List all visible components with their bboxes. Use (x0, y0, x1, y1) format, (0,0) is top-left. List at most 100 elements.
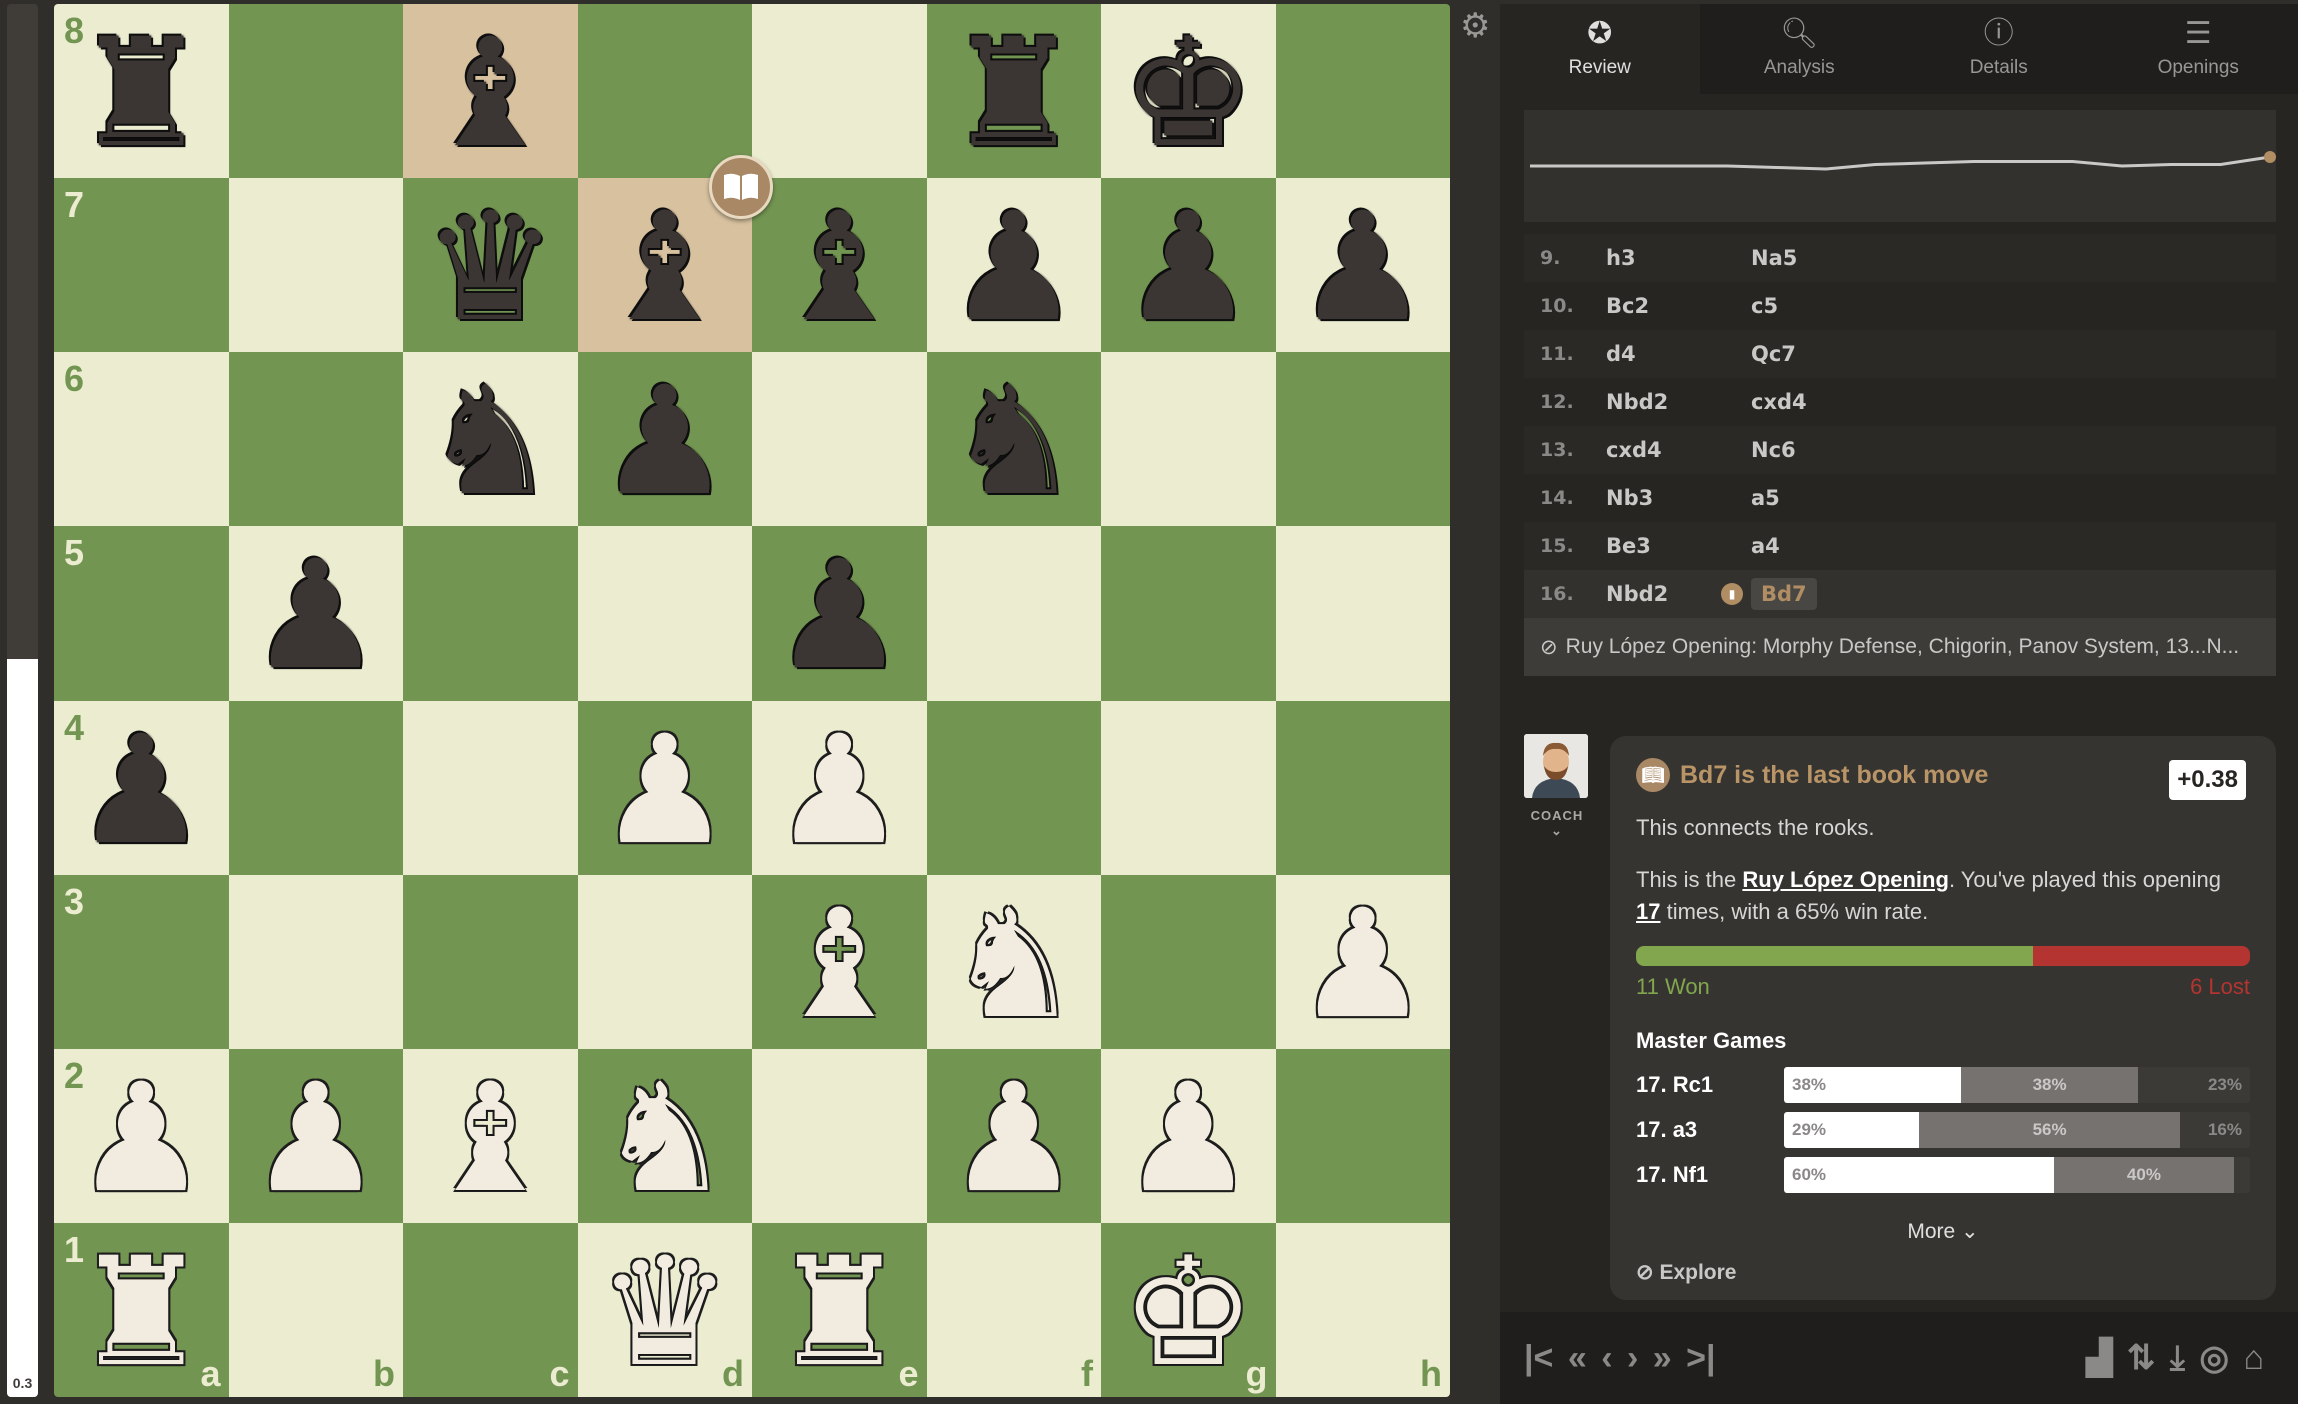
square-f4[interactable] (926, 700, 1101, 875)
current-position-marker[interactable] (2264, 151, 2276, 163)
black-knight[interactable]: ♞ (947, 367, 1081, 517)
white-move[interactable]: Nb3 (1606, 486, 1751, 510)
square-h3[interactable]: ♟ (1275, 874, 1450, 1049)
target-icon[interactable]: ◎ (2199, 1339, 2229, 1377)
opening-link[interactable]: Ruy López Opening (1742, 867, 1949, 892)
square-e4[interactable]: ♟ (752, 700, 927, 875)
white-pawn[interactable]: ♟ (249, 1064, 383, 1214)
square-b4[interactable] (228, 700, 403, 875)
black-move[interactable]: a4 (1751, 534, 1780, 558)
square-e3[interactable]: ♝ (752, 874, 927, 1049)
black-move[interactable]: Na5 (1751, 246, 1797, 270)
white-knight[interactable]: ♞ (598, 1064, 732, 1214)
square-d2[interactable]: ♞ (577, 1048, 752, 1223)
square-b6[interactable] (228, 352, 403, 527)
black-bishop[interactable]: ♝ (772, 193, 906, 343)
square-f5[interactable] (926, 526, 1101, 701)
square-c2[interactable]: ♝ (403, 1048, 578, 1223)
square-g1[interactable]: g ♚ (1101, 1222, 1276, 1397)
black-pawn[interactable]: ♟ (74, 716, 208, 866)
square-h1[interactable]: h (1275, 1222, 1450, 1397)
master-game-row[interactable]: 17. Rc1 38% 38% 23% (1636, 1062, 2250, 1107)
square-g7[interactable]: ♟ (1101, 178, 1276, 353)
square-g8[interactable]: ♚ (1101, 4, 1276, 179)
more-button[interactable]: More ⌄ (1636, 1219, 2250, 1244)
square-e6[interactable] (752, 352, 927, 527)
black-knight[interactable]: ♞ (423, 367, 557, 517)
square-a6[interactable]: 6 (54, 352, 229, 527)
coach-avatar-container[interactable]: COACH ⌄ (1524, 734, 1590, 839)
black-king[interactable]: ♚ (1121, 19, 1255, 169)
white-queen[interactable]: ♛ (598, 1238, 732, 1388)
square-d4[interactable]: ♟ (577, 700, 752, 875)
tab-openings[interactable]: ☰ Openings (2099, 4, 2298, 94)
black-move[interactable]: c5 (1751, 294, 1778, 318)
square-d1[interactable]: d ♛ (577, 1222, 752, 1397)
square-g4[interactable] (1101, 700, 1276, 875)
square-b5[interactable]: ♟ (228, 526, 403, 701)
black-pawn[interactable]: ♟ (1121, 193, 1255, 343)
last-move-icon[interactable]: >| (1686, 1339, 1715, 1377)
white-knight[interactable]: ♞ (947, 890, 1081, 1040)
square-e5[interactable]: ♟ (752, 526, 927, 701)
square-a1[interactable]: 1 a ♜ (54, 1222, 229, 1397)
black-pawn[interactable]: ♟ (1296, 193, 1430, 343)
black-move[interactable]: cxd4 (1751, 390, 1807, 414)
black-queen[interactable]: ♛ (423, 193, 557, 343)
square-f1[interactable]: f (926, 1222, 1101, 1397)
bar-chart-icon[interactable]: ▟ (2086, 1339, 2112, 1377)
square-e1[interactable]: e ♜ (752, 1222, 927, 1397)
square-e7[interactable]: ♝ (752, 178, 927, 353)
square-f8[interactable]: ♜ (926, 4, 1101, 179)
tab-review[interactable]: ✪ Review (1500, 4, 1700, 94)
square-h8[interactable] (1275, 4, 1450, 179)
flip-board-icon[interactable]: ⇅ (2127, 1339, 2156, 1377)
square-c3[interactable] (403, 874, 578, 1049)
square-d3[interactable] (577, 874, 752, 1049)
square-h5[interactable] (1275, 526, 1450, 701)
white-bishop[interactable]: ♝ (423, 1064, 557, 1214)
black-rook[interactable]: ♜ (947, 19, 1081, 169)
gear-icon[interactable]: ⚙ (1460, 6, 1490, 46)
square-c8[interactable]: ♝ (403, 4, 578, 179)
square-b3[interactable] (228, 874, 403, 1049)
opening-name-row[interactable]: ⊘ Ruy López Opening: Morphy Defense, Chig… (1524, 618, 2276, 676)
white-rook[interactable]: ♜ (74, 1238, 208, 1388)
master-game-row[interactable]: 17. a3 29% 56% 16% (1636, 1107, 2250, 1152)
square-a3[interactable]: 3 (54, 874, 229, 1049)
library-add-icon[interactable]: ⌂ (2243, 1339, 2264, 1377)
square-d6[interactable]: ♟ (577, 352, 752, 527)
white-move[interactable]: h3 (1606, 246, 1751, 270)
square-a8[interactable]: 8 ♜ (54, 4, 229, 179)
white-move[interactable]: d4 (1606, 342, 1751, 366)
square-h2[interactable] (1275, 1048, 1450, 1223)
black-move[interactable]: Bd7 (1751, 578, 1817, 610)
white-pawn[interactable]: ♟ (772, 716, 906, 866)
square-f3[interactable]: ♞ (926, 874, 1101, 1049)
white-move[interactable]: Nbd2 (1606, 390, 1751, 414)
square-g6[interactable] (1101, 352, 1276, 527)
previous-move-icon[interactable]: ‹ (1601, 1339, 1612, 1377)
square-b1[interactable]: b (228, 1222, 403, 1397)
square-f6[interactable]: ♞ (926, 352, 1101, 527)
white-move[interactable]: Be3 (1606, 534, 1751, 558)
rewind-icon[interactable]: « (1568, 1339, 1587, 1377)
square-c5[interactable] (403, 526, 578, 701)
white-pawn[interactable]: ♟ (74, 1064, 208, 1214)
square-g5[interactable] (1101, 526, 1276, 701)
square-d8[interactable] (577, 4, 752, 179)
square-f7[interactable]: ♟ (926, 178, 1101, 353)
white-pawn[interactable]: ♟ (1121, 1064, 1255, 1214)
square-b2[interactable]: ♟ (228, 1048, 403, 1223)
next-move-icon[interactable]: › (1627, 1339, 1638, 1377)
black-pawn[interactable]: ♟ (772, 541, 906, 691)
coach-selector[interactable]: COACH ⌄ (1524, 808, 1590, 839)
white-pawn[interactable]: ♟ (947, 1064, 1081, 1214)
black-move[interactable]: Nc6 (1751, 438, 1796, 462)
black-move[interactable]: a5 (1751, 486, 1780, 510)
evaluation-graph[interactable] (1524, 110, 2276, 222)
white-king[interactable]: ♚ (1121, 1238, 1255, 1388)
games-count-link[interactable]: 17 (1636, 899, 1660, 924)
square-d5[interactable] (577, 526, 752, 701)
fast-forward-icon[interactable]: » (1653, 1339, 1672, 1377)
